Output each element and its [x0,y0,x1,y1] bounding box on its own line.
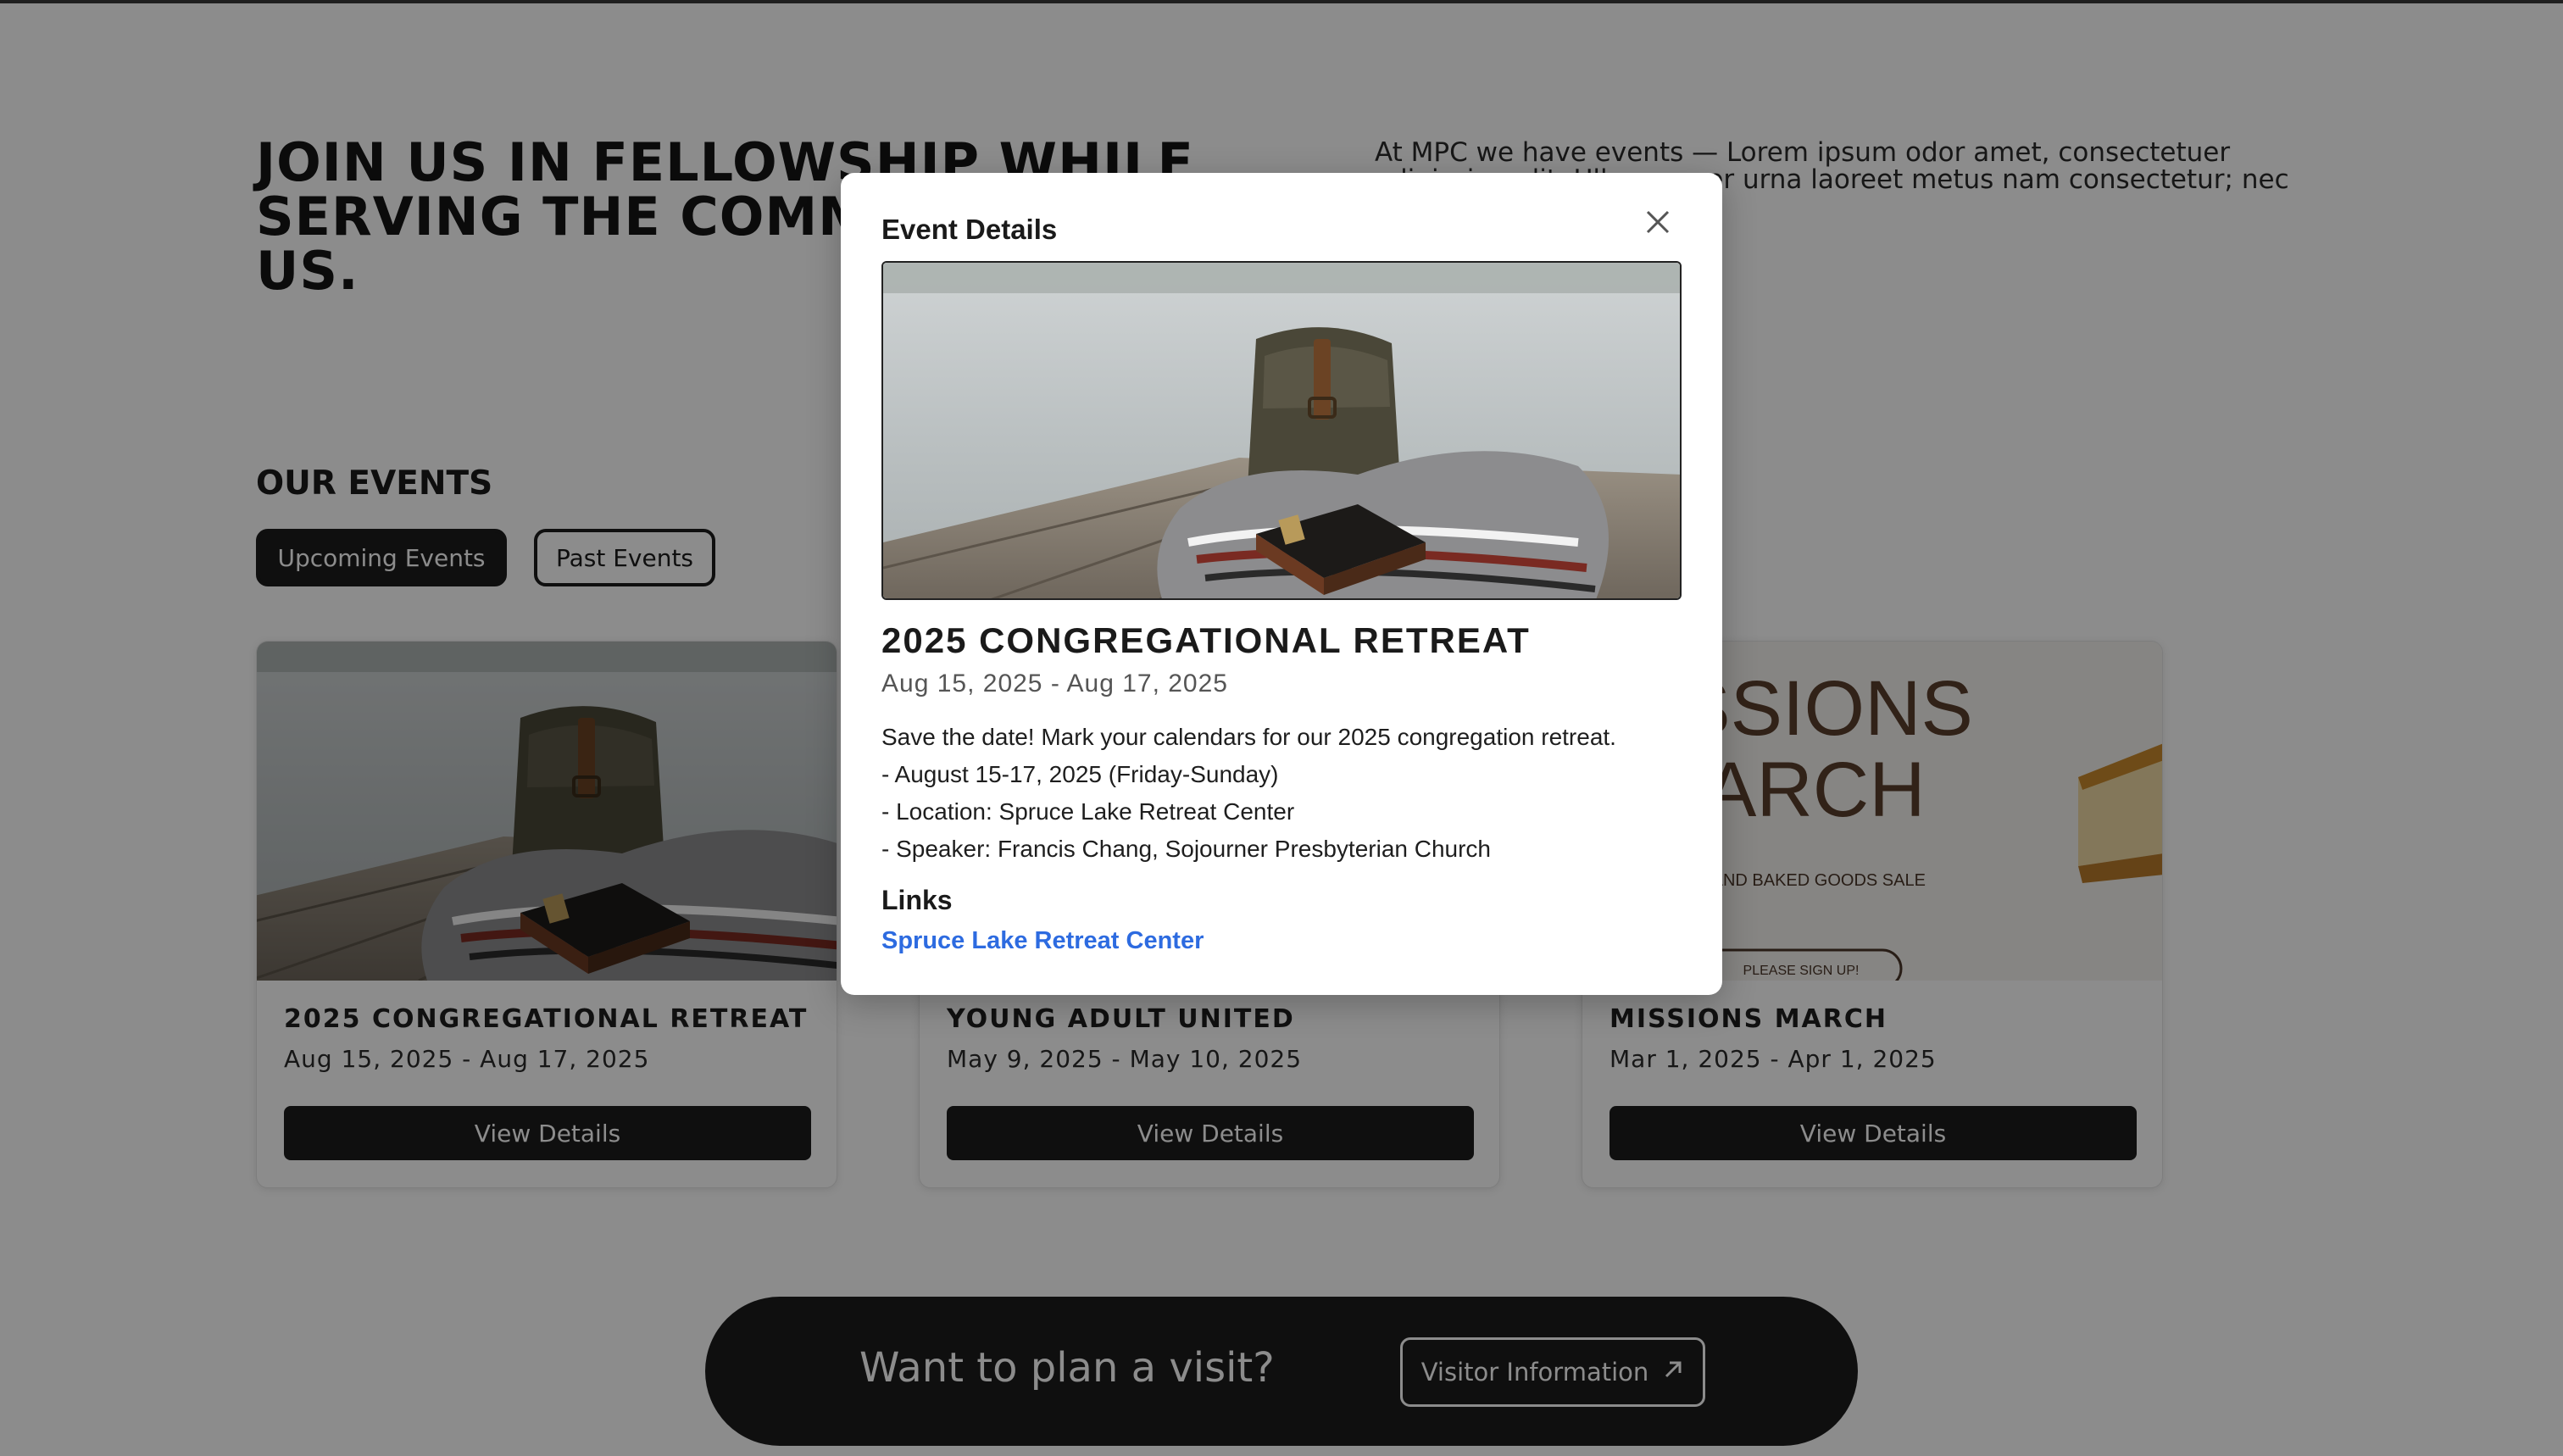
event-title: 2025 CONGREGATIONAL RETREAT [881,620,1531,660]
event-details-modal: Event Details 2025 CONGREGATIONAL RETREA… [841,173,1722,995]
close-icon[interactable] [1641,205,1675,239]
description-line: - August 15-17, 2025 (Friday-Sunday) [881,761,1279,787]
links-heading: Links [881,885,953,915]
event-date: Aug 15, 2025 - Aug 17, 2025 [881,670,1228,697]
description-line: - Speaker: Francis Chang, Sojourner Pres… [881,836,1492,862]
event-description: Save the date! Mark your calendars for o… [881,719,1682,868]
event-image [881,261,1682,600]
modal-header: Event Details [881,214,1058,245]
description-line: - Location: Spruce Lake Retreat Center [881,798,1295,825]
description-line: Save the date! Mark your calendars for o… [881,724,1616,750]
spruce-lake-link[interactable]: Spruce Lake Retreat Center [881,927,1204,955]
